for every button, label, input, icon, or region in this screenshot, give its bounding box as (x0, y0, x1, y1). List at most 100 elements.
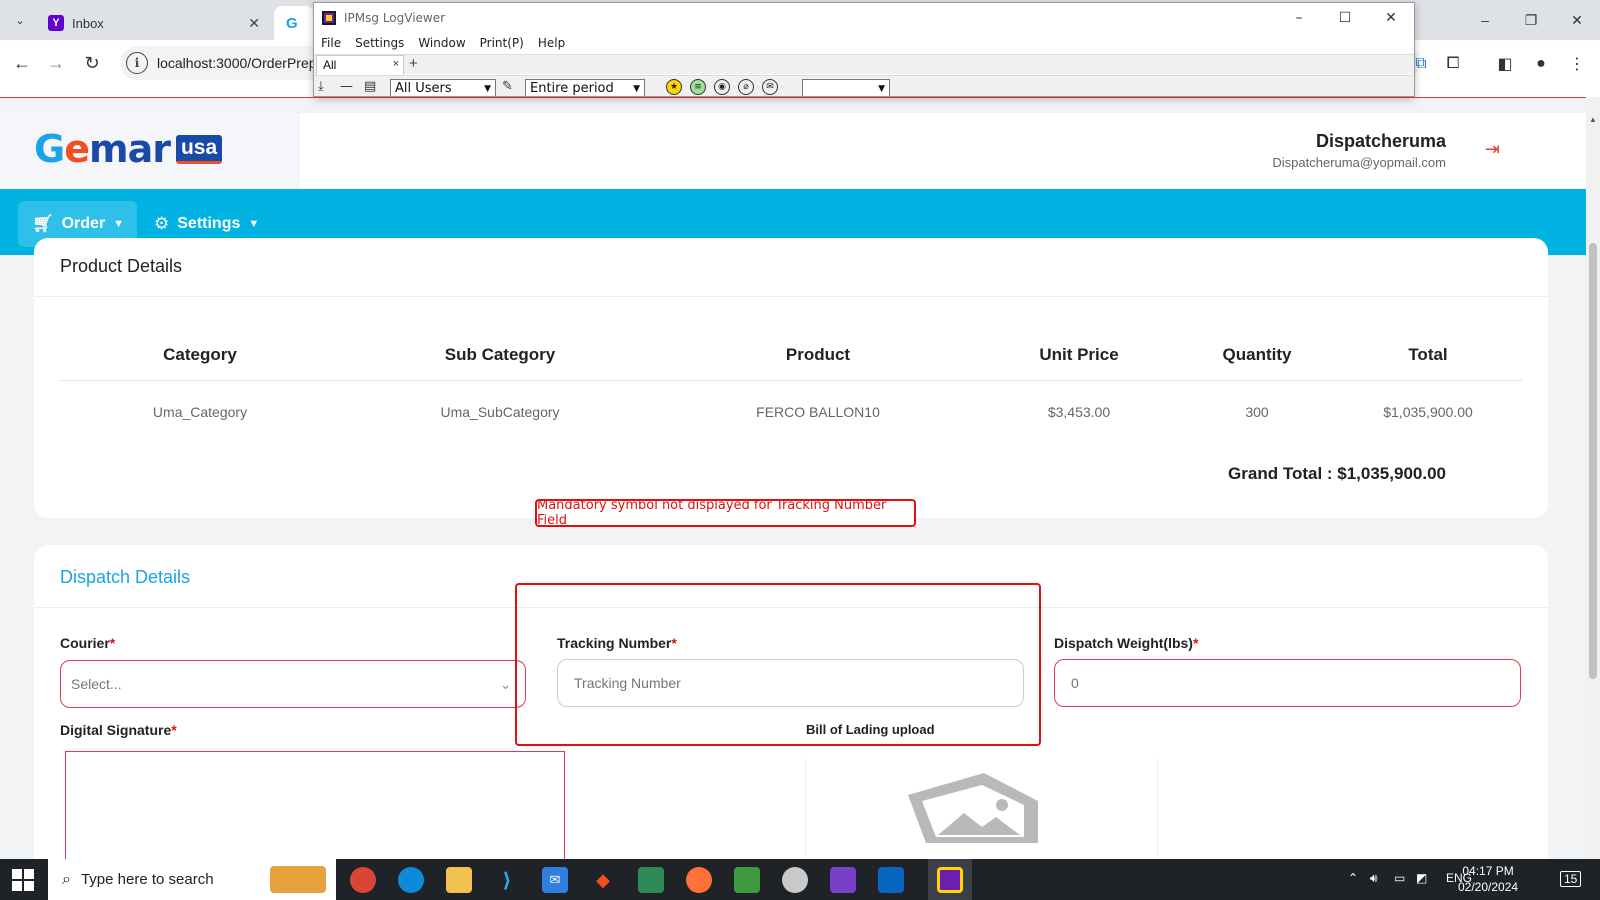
dispatch-weight-value: 0 (1071, 675, 1079, 691)
users-filter-select[interactable]: All Users ▼ (390, 79, 496, 96)
tab-search-chevron-icon[interactable]: ⌄ (8, 8, 32, 32)
bill-of-lading-label: Bill of Lading upload (806, 722, 935, 737)
snipping-tool-icon[interactable] (782, 867, 808, 893)
nav-order-label: Order (61, 215, 106, 232)
visual-studio-icon[interactable] (830, 867, 856, 893)
attachment-icon[interactable]: ⌀ (738, 79, 754, 95)
network-icon[interactable]: ▭ (1394, 871, 1405, 885)
col-header-sub-category: Sub Category (444, 345, 556, 364)
app-header: Gemar usa Dispatcheruma Dispatcheruma@yo… (0, 113, 1586, 189)
user-name: Dispatcheruma (1315, 131, 1446, 151)
user-email: Dispatcheruma@yopmail.com (1272, 155, 1446, 170)
tab-close-icon[interactable]: ✕ (248, 15, 260, 32)
cell-total: $1,035,900.00 (1383, 404, 1473, 420)
ipmsg-titlebar: IPMsg LogViewer – ☐ ✕ (314, 3, 1414, 33)
add-tab-icon[interactable]: + (409, 55, 418, 72)
pencil-icon[interactable]: ✎ (502, 79, 513, 94)
ipmsg-app-icon (322, 11, 336, 25)
table-header-divider (60, 380, 1522, 381)
close-icon[interactable]: ✕ (1368, 3, 1414, 33)
profile-avatar-icon[interactable]: ● (1528, 51, 1554, 77)
back-arrow-icon[interactable]: ← (10, 51, 34, 75)
ipmsg-title: IPMsg LogViewer (344, 11, 446, 25)
minimize-icon[interactable]: – (1462, 0, 1508, 40)
url-text[interactable]: localhost:3000/OrderPrep (157, 55, 317, 71)
cell-category: Uma_Category (152, 404, 248, 420)
side-panel-icon[interactable]: ◧ (1492, 51, 1518, 77)
download-icon[interactable]: ⤓ (318, 79, 324, 94)
firefox-icon[interactable] (686, 867, 712, 893)
extra-filter-select[interactable]: ▼ (802, 79, 890, 96)
document-icon[interactable]: ▤ (364, 79, 376, 94)
divider (1157, 758, 1158, 859)
minus-icon[interactable]: — (340, 79, 353, 94)
search-highlight-icon (270, 866, 326, 893)
volume-icon[interactable]: 🔊︎ (1370, 871, 1378, 886)
reload-icon[interactable]: ↻ (80, 51, 104, 75)
tab-title: Inbox (72, 15, 104, 31)
vscode-icon[interactable]: ⟩ (494, 867, 520, 893)
windows-start-icon[interactable] (12, 869, 34, 891)
extensions-icon[interactable]: ⧠ (1440, 51, 1466, 77)
minimize-icon[interactable]: – (1276, 3, 1322, 33)
browser-window-controls: – ❐ ✕ (1462, 0, 1600, 40)
gemar-usa-logo[interactable]: Gemar usa (34, 127, 223, 171)
ipmsg-taskbar-icon[interactable] (937, 867, 963, 893)
menu-help[interactable]: Help (531, 33, 572, 53)
list-icon[interactable]: ≡ (690, 79, 706, 95)
notifications-badge[interactable]: 15 (1560, 871, 1582, 887)
digital-signature-pad[interactable] (65, 751, 565, 859)
tab-close-icon[interactable]: × (393, 58, 399, 70)
restore-icon[interactable]: ❐ (1508, 0, 1554, 40)
scroll-up-icon[interactable]: ▲ (1589, 115, 1597, 124)
tray-overflow-icon[interactable]: ⌃ (1348, 871, 1358, 885)
menu-print[interactable]: Print(P) (473, 33, 531, 53)
outlook-icon[interactable] (878, 867, 904, 893)
scrollbar-thumb[interactable] (1589, 243, 1597, 679)
dispatch-details-title: Dispatch Details (60, 567, 191, 587)
edge-icon[interactable] (398, 867, 424, 893)
menu-file[interactable]: File (314, 33, 348, 53)
taskbar-search[interactable]: ⌕ Type here to search (48, 859, 336, 900)
taskbar-clock[interactable]: 04:17 PM 02/20/2024 (1458, 863, 1518, 895)
chrome-icon[interactable] (350, 867, 376, 893)
menu-window[interactable]: Window (411, 33, 472, 53)
camera-icon[interactable]: ◉ (714, 79, 730, 95)
page-scrollbar[interactable]: ▲ (1586, 97, 1600, 859)
mail-icon[interactable]: ✉ (762, 79, 778, 95)
browser-menu-icon[interactable]: ⋮ (1564, 51, 1590, 77)
tab-active-app[interactable]: G (274, 6, 314, 40)
file-explorer-icon[interactable] (446, 867, 472, 893)
git-icon[interactable]: ◆ (590, 867, 616, 893)
taskbar-search-placeholder: Type here to search (80, 871, 214, 888)
forward-arrow-icon[interactable]: → (44, 51, 68, 75)
ipmsg-menubar: File Settings Window Print(P) Help (314, 33, 572, 53)
courier-placeholder: Select... (71, 676, 122, 692)
nav-settings-label: Settings (177, 215, 241, 232)
period-filter-select[interactable]: Entire period ▼ (525, 79, 645, 96)
logout-icon[interactable]: ⇥ (1485, 139, 1500, 160)
image-upload-placeholder-icon[interactable] (898, 773, 1038, 843)
site-info-icon[interactable]: i (126, 52, 148, 74)
ipmsg-toolbar: ⤓ — ▤ All Users ▼ ✎ Entire period ▼ ★ ≡ ◉ … (314, 75, 1414, 96)
color-app-icon[interactable]: ◩ (1416, 871, 1427, 885)
cell-quantity: 300 (1245, 404, 1269, 420)
close-icon[interactable]: ✕ (1554, 0, 1600, 40)
courier-select[interactable]: Select... ⌄ (60, 660, 526, 708)
menu-settings[interactable]: Settings (348, 33, 411, 53)
search-icon: ⌕ (62, 870, 71, 888)
chevron-down-icon: ⌄ (500, 677, 511, 692)
paint-icon[interactable] (734, 867, 760, 893)
tab-inbox[interactable]: Y Inbox ✕ (36, 6, 272, 40)
logo-area: Gemar usa (0, 113, 300, 189)
notepad-plus-icon[interactable] (638, 867, 664, 893)
star-icon[interactable]: ★ (666, 79, 682, 95)
dispatch-weight-input[interactable]: 0 (1054, 659, 1521, 707)
maximize-icon[interactable]: ☐ (1322, 3, 1368, 33)
clock-date: 02/20/2024 (1458, 880, 1519, 894)
dropdown-arrow-icon: ▼ (484, 83, 491, 94)
ipmsg-tab-all[interactable]: All × (316, 55, 404, 75)
clock-time: 04:17 PM (1462, 864, 1514, 878)
settings-gear-icon: ⚙ (154, 214, 170, 233)
mail-icon[interactable]: ✉ (542, 867, 568, 893)
